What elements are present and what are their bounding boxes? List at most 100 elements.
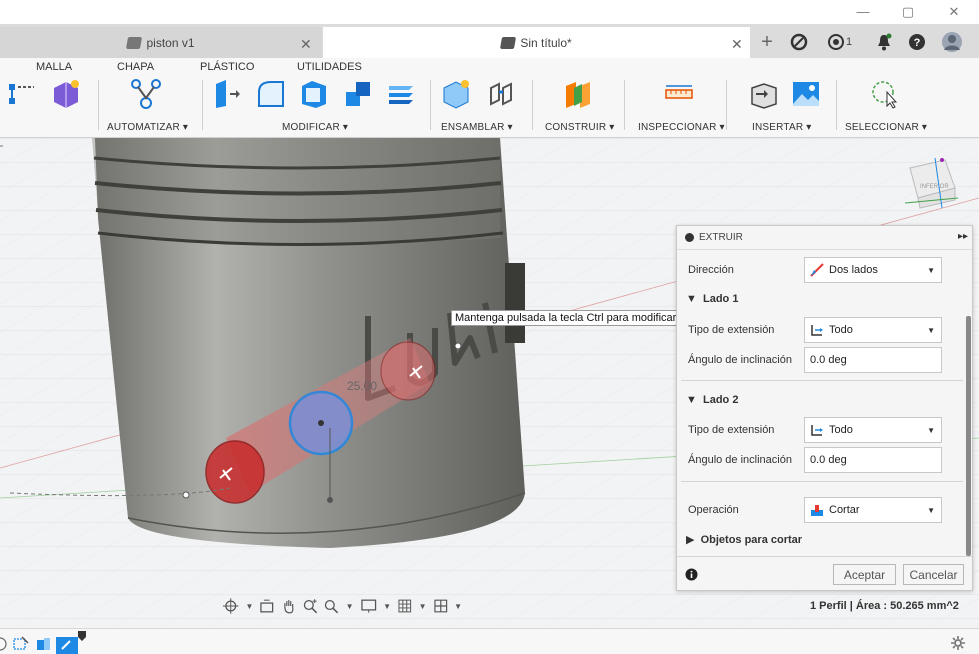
menu-malla[interactable]: MALLA <box>36 61 72 73</box>
operation-label: Operación <box>688 504 739 516</box>
expand-panel-icon[interactable]: ▸▸ <box>958 231 968 242</box>
offset-face-icon[interactable] <box>385 78 417 110</box>
restore-button[interactable]: ▢ <box>893 2 923 22</box>
look-at-icon[interactable] <box>259 598 275 614</box>
timeline-play-icon[interactable] <box>0 637 8 651</box>
group-insertar[interactable]: INSERTAR ▾ <box>752 122 811 133</box>
timeline-current-feature-icon[interactable] <box>56 631 88 654</box>
chevron-down-icon: ▼ <box>927 266 935 275</box>
group-automatizar[interactable]: AUTOMATIZAR ▾ <box>107 122 188 133</box>
group-modificar[interactable]: MODIFICAR ▾ <box>282 122 348 133</box>
chevron-down-icon[interactable]: ▼ <box>454 602 462 611</box>
toolbar-separator <box>430 80 431 130</box>
section-side1[interactable]: ▼ Lado 1 <box>686 293 738 305</box>
display-settings-icon[interactable] <box>360 598 378 614</box>
combine-icon[interactable] <box>342 78 374 110</box>
side1-angle-value: 0.0 deg <box>810 354 847 366</box>
orbit-icon[interactable] <box>222 597 240 615</box>
sketch-point <box>454 342 462 350</box>
cancel-button[interactable]: Cancelar <box>903 564 964 585</box>
side1-extent-value: Todo <box>829 324 853 336</box>
chevron-down-icon[interactable]: ▼ <box>346 602 354 611</box>
timeline-settings-gear-icon[interactable] <box>950 635 966 651</box>
zoom-icon[interactable] <box>303 598 319 614</box>
cut-profile-end[interactable] <box>380 341 436 401</box>
menu-chapa[interactable]: CHAPA <box>117 61 154 73</box>
info-icon[interactable] <box>685 568 698 581</box>
fillet-icon[interactable] <box>255 78 287 110</box>
joint-icon[interactable] <box>485 78 517 110</box>
side2-extent-select[interactable]: Todo ▼ <box>804 417 942 443</box>
cut-profile-end[interactable] <box>205 440 265 504</box>
new-component-icon[interactable] <box>440 78 472 110</box>
shell-icon[interactable] <box>298 78 330 110</box>
manipulator-handle[interactable] <box>327 497 333 503</box>
direction-value: Dos lados <box>829 264 878 276</box>
operation-select[interactable]: Cortar ▼ <box>804 497 942 523</box>
panel-header[interactable]: EXTRUIR ▸▸ <box>677 226 972 250</box>
help-icon[interactable]: ? <box>905 30 929 54</box>
title-bar: — ▢ ✕ <box>0 0 979 24</box>
section-side2-label: Lado 2 <box>703 394 739 406</box>
group-seleccionar[interactable]: SELECCIONAR ▾ <box>845 122 927 133</box>
operation-value: Cortar <box>829 504 860 516</box>
chevron-down-icon: ▼ <box>927 506 935 515</box>
tab-piston-v1[interactable]: piston v1 ✕ <box>0 27 322 58</box>
side2-extent-label: Tipo de extensión <box>688 424 775 436</box>
panel-scrollbar[interactable] <box>966 316 971 556</box>
job-status-icon[interactable]: 1 <box>822 30 858 54</box>
sketch-constraint-icon[interactable] <box>6 78 38 110</box>
ok-button[interactable]: Aceptar <box>833 564 896 585</box>
chevron-down-icon[interactable]: ▼ <box>246 602 254 611</box>
distance-value[interactable]: 25.00 <box>347 379 377 393</box>
toolbar-separator <box>726 80 727 130</box>
insert-image-icon[interactable] <box>790 78 822 110</box>
notifications-icon[interactable] <box>872 30 896 54</box>
timeline-sketch-icon[interactable] <box>12 636 30 652</box>
menu-plastico[interactable]: PLÁSTICO <box>200 61 254 73</box>
section-side1-label: Lado 1 <box>703 293 739 305</box>
section-side2[interactable]: ▼ Lado 2 <box>686 394 738 406</box>
insert-derive-icon[interactable] <box>748 78 780 110</box>
objects-to-cut-toggle[interactable]: ▶ Objetos para cortar <box>686 533 802 546</box>
grid-settings-icon[interactable] <box>397 598 413 614</box>
panel-divider <box>681 380 963 381</box>
viewports-icon[interactable] <box>433 598 449 614</box>
panel-title: EXTRUIR <box>699 232 743 243</box>
menu-utilidades[interactable]: UTILIDADES <box>297 61 362 73</box>
tab-close-icon[interactable]: ✕ <box>731 36 743 53</box>
tab-close-icon[interactable]: ✕ <box>300 36 312 53</box>
side2-extent-value: Todo <box>829 424 853 436</box>
side1-angle-input[interactable]: 0.0 deg <box>804 347 942 373</box>
timeline-extrude-icon[interactable] <box>35 636 53 652</box>
piston-body[interactable] <box>92 138 526 548</box>
direction-select[interactable]: Dos lados ▼ <box>804 257 942 283</box>
chevron-down-icon: ▼ <box>927 326 935 335</box>
close-window-button[interactable]: ✕ <box>939 2 969 22</box>
extensions-icon[interactable] <box>787 30 811 54</box>
pan-hand-icon[interactable] <box>281 598 297 614</box>
new-tab-button[interactable]: + <box>755 30 779 54</box>
objects-to-cut-label: Objetos para cortar <box>700 534 803 546</box>
measure-icon[interactable] <box>663 78 695 110</box>
select-icon[interactable] <box>868 78 900 110</box>
chevron-down-icon[interactable]: ▼ <box>419 602 427 611</box>
group-inspeccionar[interactable]: INSPECCIONAR ▾ <box>638 122 725 133</box>
tab-label: piston v1 <box>146 35 195 50</box>
side1-extent-select[interactable]: Todo ▼ <box>804 317 942 343</box>
two-sides-icon <box>810 263 824 277</box>
minimize-button[interactable]: — <box>848 2 878 22</box>
fit-zoom-icon[interactable] <box>324 598 340 614</box>
group-ensamblar[interactable]: ENSAMBLAR ▾ <box>441 122 513 133</box>
press-pull-icon[interactable] <box>212 78 244 110</box>
user-avatar[interactable] <box>940 30 964 54</box>
offset-plane-icon[interactable] <box>562 78 594 110</box>
navigation-bar: ▼ ▼ ▼ ▼ ▼ <box>222 596 462 616</box>
side2-angle-input[interactable]: 0.0 deg <box>804 447 942 473</box>
form-create-icon[interactable] <box>50 78 82 110</box>
chevron-down-icon[interactable]: ▼ <box>383 602 391 611</box>
sketch-point <box>182 491 190 499</box>
tab-sin-titulo[interactable]: Sin título* ✕ <box>323 27 750 58</box>
automate-icon[interactable] <box>130 78 162 110</box>
group-construir[interactable]: CONSTRUIR ▾ <box>545 122 614 133</box>
